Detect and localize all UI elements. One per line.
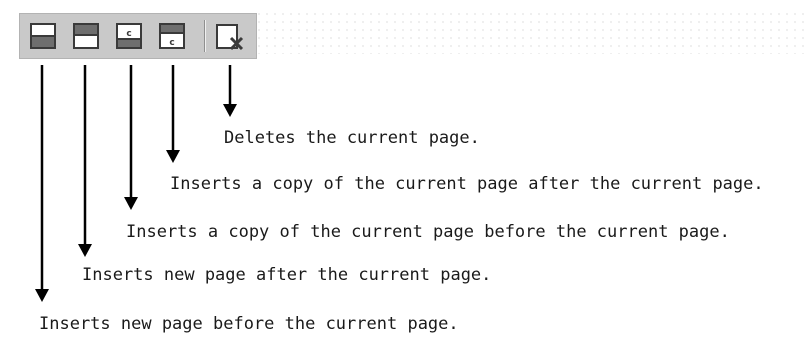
label-insert-page-before: Inserts new page before the current page…	[39, 314, 459, 334]
label-insert-copy-before: Inserts a copy of the current page befor…	[126, 222, 730, 242]
label-insert-copy-after: Inserts a copy of the current page after…	[170, 174, 764, 194]
arrow-insert-page-after	[78, 65, 92, 257]
arrow-insert-copy-after	[166, 65, 180, 163]
arrow-insert-page-before	[35, 65, 49, 302]
arrow-insert-copy-before	[124, 65, 138, 210]
label-delete-page: Deletes the current page.	[224, 128, 480, 148]
arrow-delete-page	[223, 65, 237, 117]
help-diagram: c c Deletes the current page. Inserts a …	[0, 0, 809, 354]
label-insert-page-after: Inserts new page after the current page.	[82, 265, 492, 285]
